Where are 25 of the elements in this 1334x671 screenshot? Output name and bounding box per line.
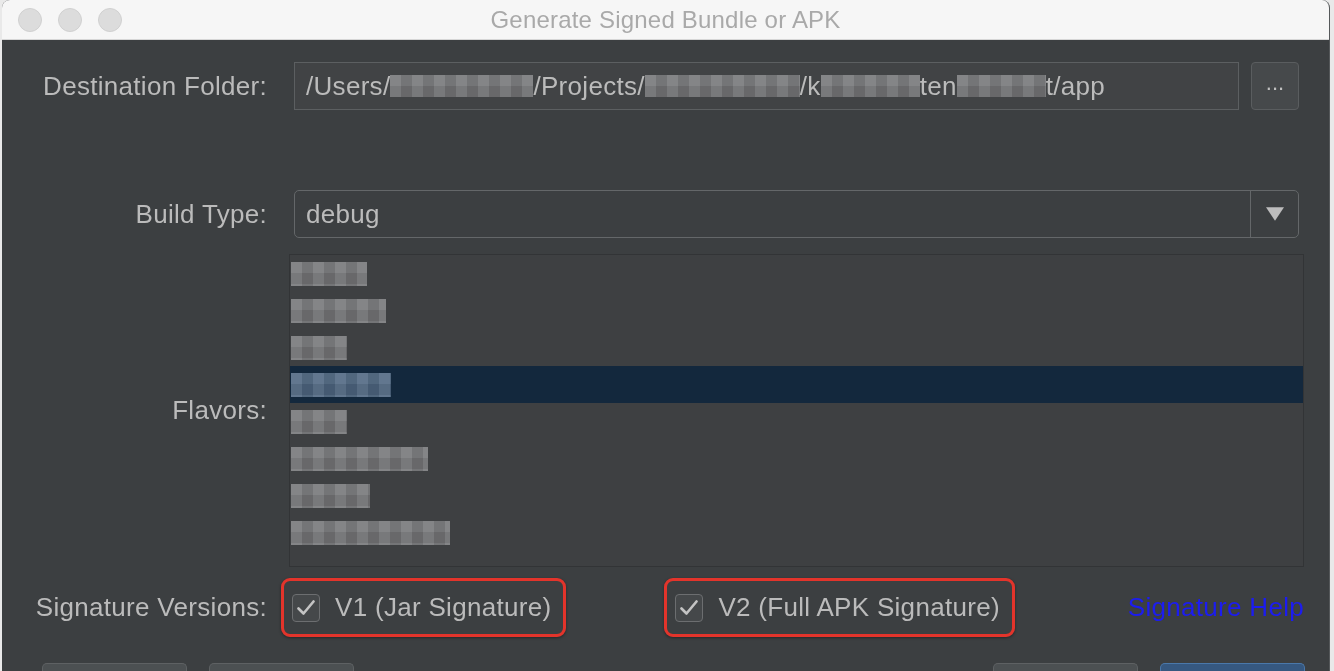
redacted-text <box>291 335 347 360</box>
field-label: Build Type: <box>134 198 267 230</box>
dialog-button[interactable] <box>1160 663 1305 671</box>
browse-button[interactable]: ... <box>1251 62 1299 110</box>
flavor-list-item[interactable] <box>290 366 1303 403</box>
redacted-text <box>291 409 347 434</box>
checkbox[interactable] <box>292 593 320 622</box>
field-label: Destination Folder: <box>42 70 267 102</box>
window-control-button[interactable] <box>18 7 42 32</box>
dropdown-arrow-icon <box>1265 207 1284 221</box>
checkmark-icon <box>297 599 315 616</box>
checkbox-label[interactable]: V1 (Jar Signature) <box>335 592 552 623</box>
dialog-button[interactable] <box>42 663 187 671</box>
build-type-dropdown[interactable]: debug <box>294 190 1299 238</box>
dialog-button[interactable] <box>993 663 1138 671</box>
dialog-button[interactable] <box>209 663 354 671</box>
field-label: Flavors: <box>171 395 267 426</box>
window-title: Generate Signed Bundle or APK <box>490 5 841 34</box>
destination-folder-field[interactable]: /Users/ /Projects/ /k ten t/app <box>294 62 1239 110</box>
checkbox[interactable] <box>675 593 704 622</box>
window-control-button[interactable] <box>98 7 122 32</box>
checkbox-label[interactable]: V2 (Full APK Signature) <box>718 592 1000 623</box>
window-control-button[interactable] <box>58 7 82 32</box>
field-label: Signature Versions: <box>34 592 267 623</box>
checkmark-icon <box>680 599 699 616</box>
